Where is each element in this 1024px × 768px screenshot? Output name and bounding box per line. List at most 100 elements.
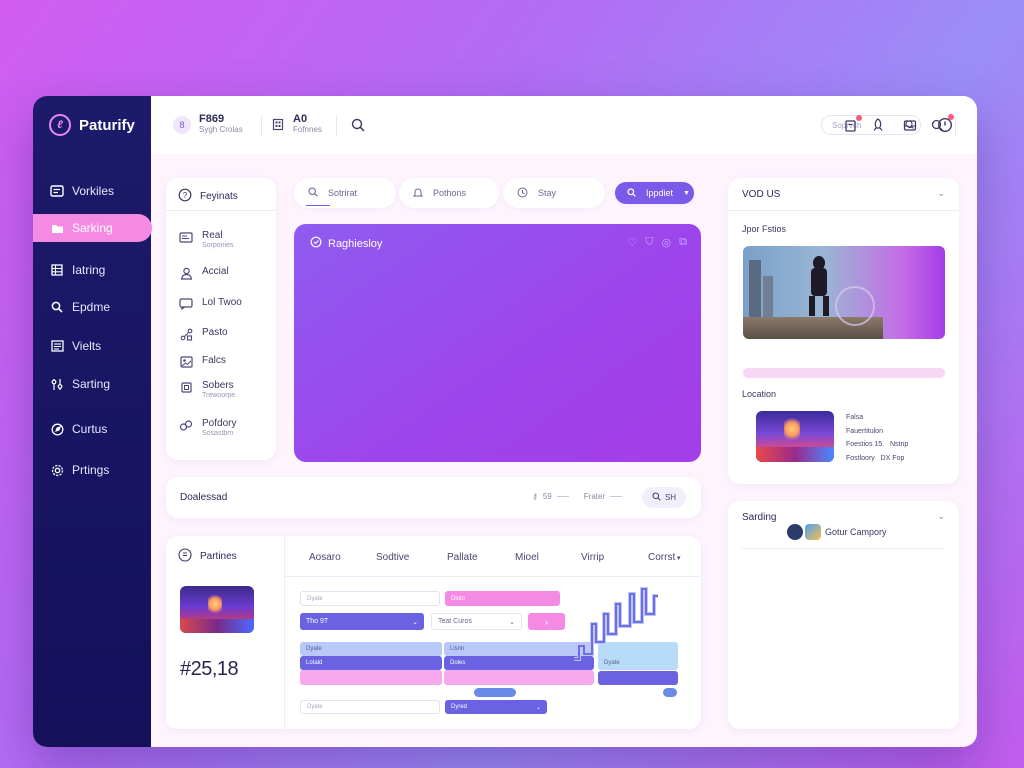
tab-pothons[interactable]: Pothons: [399, 178, 499, 208]
bell-icon: [412, 187, 424, 200]
thumbnail-image: [180, 586, 254, 633]
views-icon: [50, 339, 64, 353]
table-cell[interactable]: Dyate: [300, 642, 442, 656]
table-cell[interactable]: [444, 670, 594, 685]
tab-stay[interactable]: Stay: [503, 178, 605, 208]
location-line: Falsa: [846, 414, 864, 421]
person-leg: [809, 296, 815, 316]
feature-item-lol-twoo[interactable]: Lol Twoo: [178, 297, 242, 311]
user-icon: [178, 266, 194, 280]
next-button[interactable]: ›: [528, 613, 565, 630]
featured-image: [743, 246, 945, 339]
select-value: Tho 9T: [306, 618, 329, 625]
status-dot: [948, 114, 954, 120]
sidebar-item-vielts[interactable]: Vielts: [33, 332, 151, 360]
feature-item-real[interactable]: Real Sorponies: [178, 230, 234, 249]
feature-item-sobers[interactable]: Sobers Trewoorpe: [178, 380, 235, 399]
topbar-stat-2[interactable]: A0 Fofnnes: [271, 114, 322, 135]
table-cell[interactable]: [300, 670, 442, 685]
topbar-stat-1[interactable]: 8 F869 Sygh Crolas: [173, 114, 243, 135]
image-icon: [178, 355, 194, 369]
brand-logo-icon: ℓ: [49, 114, 71, 136]
amount-value: #25,18: [180, 658, 239, 680]
chevron-down-icon[interactable]: ⌄: [937, 188, 945, 199]
shield-icon[interactable]: ⛉: [645, 236, 653, 249]
select-value: Dyred: [451, 704, 468, 710]
table-cell[interactable]: Doles: [444, 656, 594, 670]
download-title: Doalessad: [180, 492, 228, 503]
search-icon: [652, 492, 661, 503]
tab-label: Ippdiet: [646, 188, 674, 198]
app-name: Paturify: [79, 116, 135, 134]
download-meta: ⚷ 59 Frater: [532, 492, 623, 501]
sidebar-item-epdme[interactable]: Epdme: [33, 293, 151, 321]
location-line: Fostloory DX Fop: [846, 454, 905, 462]
svg-text:?: ?: [183, 191, 188, 200]
column-header[interactable]: Pallate: [447, 552, 478, 563]
share-icon[interactable]: ⧉: [679, 236, 687, 249]
column-header[interactable]: Mioel: [515, 552, 539, 563]
table-cell[interactable]: [598, 671, 678, 685]
form-field[interactable]: Dyate: [300, 591, 440, 606]
feature-item-pofdory[interactable]: Pofdory Sosastbrn: [178, 418, 236, 437]
meta-value: 59: [542, 492, 552, 501]
features-header: ? Feyinats: [178, 188, 238, 205]
select-field[interactable]: Teat Curos ⌄: [431, 613, 522, 630]
select-field[interactable]: Dyred ⌄: [445, 700, 547, 714]
sidebar-item-sarking[interactable]: Sarking: [33, 214, 152, 242]
sarding-item[interactable]: Gotur Campory: [787, 524, 887, 540]
chevron-down-icon[interactable]: ▾: [677, 554, 681, 562]
sidebar-item-prtings[interactable]: Prtings: [33, 456, 151, 484]
location-image: [756, 411, 834, 462]
tab-ippdiet[interactable]: Ippdiet ▼: [615, 182, 694, 204]
search-icon[interactable]: [349, 116, 367, 134]
chevron-down-icon: ⌄: [412, 618, 418, 626]
link-icon: [178, 418, 194, 432]
sparkline-line: [574, 588, 658, 660]
road-lights: [756, 447, 834, 462]
feature-item-pasto[interactable]: Pasto: [178, 327, 228, 341]
divider: [261, 116, 262, 136]
sidebar-item-curtus[interactable]: Curtus: [33, 415, 151, 443]
feature-item-falcs[interactable]: Falcs: [178, 355, 226, 369]
brand[interactable]: ℓ Paturify: [49, 114, 135, 136]
divider: [955, 116, 956, 136]
table-cell[interactable]: Lotald: [300, 656, 442, 670]
form-field[interactable]: Dyate: [300, 700, 440, 714]
table-cell[interactable]: Lisnn: [444, 642, 594, 656]
column-header[interactable]: Corrst: [648, 552, 675, 563]
form-field[interactable]: Dloto: [445, 591, 560, 606]
column-header[interactable]: Virrip: [581, 552, 604, 563]
sidebar-item-label: Iatring: [72, 263, 106, 277]
chat-icon: [178, 297, 194, 311]
sidebar-item-sarting[interactable]: Sarting: [33, 370, 151, 398]
heart-icon[interactable]: ♡: [627, 236, 637, 249]
list-icon: [50, 263, 64, 277]
download-action-button[interactable]: SH: [642, 487, 686, 508]
tree-lights: [784, 415, 800, 443]
sidebar: ℓ Paturify Vorkiles Sarking Iatring Epdm…: [33, 96, 152, 747]
stat-subtitle: Sygh Crolas: [199, 125, 243, 134]
divider: [742, 548, 945, 549]
column-header[interactable]: Sodtive: [376, 552, 409, 563]
person-body: [811, 268, 827, 296]
column-header[interactable]: Aosaro: [309, 552, 341, 563]
divider: [556, 496, 569, 497]
sidebar-item-iatring[interactable]: Iatring: [33, 256, 151, 284]
sidebar-item-label: Sarking: [72, 221, 113, 235]
progress-chip: [663, 688, 677, 697]
dashboard-icon: [50, 184, 64, 198]
tab-label: Stay: [538, 188, 557, 198]
chevron-down-icon[interactable]: ⌄: [937, 511, 945, 522]
feature-item-accial[interactable]: Accial: [178, 266, 229, 280]
tab-sotrirat[interactable]: Sotrirat: [294, 178, 396, 208]
stat-badge: 8: [173, 115, 191, 134]
feature-label: Falcs: [202, 355, 226, 366]
sidebar-item-label: Curtus: [72, 422, 108, 436]
select-field[interactable]: Tho 9T ⌄: [300, 613, 424, 630]
inbox-icon[interactable]: [901, 116, 919, 134]
globe-icon[interactable]: ◎: [662, 236, 672, 249]
avatar: [787, 524, 803, 540]
sidebar-item-vorkiles[interactable]: Vorkiles: [33, 177, 151, 205]
rocket-icon[interactable]: [869, 116, 887, 134]
